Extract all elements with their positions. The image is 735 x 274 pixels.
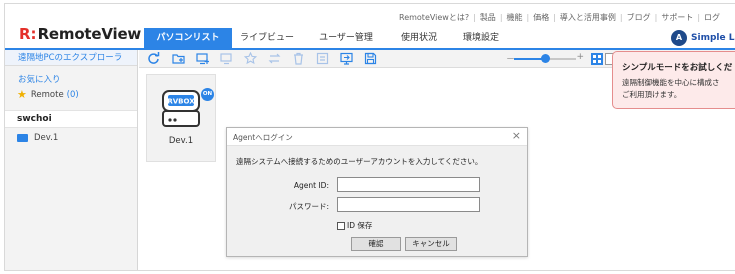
top-link-cases[interactable]: 導入と活用事例 (560, 13, 616, 22)
grid-view-icon[interactable] (591, 53, 603, 65)
favorite-item-count: (0) (66, 89, 79, 100)
password-field[interactable] (337, 197, 480, 212)
favorite-item-label: Remote (30, 89, 64, 100)
ok-button[interactable]: 確認 (351, 237, 401, 251)
avatar: A (671, 30, 687, 46)
top-link-features[interactable]: 機能 (507, 13, 523, 22)
group-swchoi[interactable]: swchoi (5, 110, 137, 128)
agent-id-label: Agent ID: (293, 181, 329, 190)
app-window: RemoteViewとは? | 製品 | 機能 | 価格 | 導入と活用事例 | ブログ | サポート |… (4, 3, 735, 271)
dialog-titlebar[interactable]: Agentへログイン × (227, 128, 527, 146)
top-link-products[interactable]: 製品 (480, 13, 496, 22)
popup-line-1: 遠隔制御機能を中心に構成さ (622, 78, 720, 87)
device-card-dev1[interactable]: RVBOX ON Dev.1 (146, 74, 216, 162)
sidebar-device-dev1[interactable]: Dev.1 (17, 133, 58, 143)
rvbox-icon: RVBOX (162, 90, 200, 127)
top-link-support[interactable]: サポート (661, 13, 693, 22)
top-link-blog[interactable]: ブログ (627, 13, 651, 22)
dialog-title: Agentへログイン (233, 133, 293, 142)
save-id-checkbox[interactable]: ID 保存 (337, 220, 372, 231)
cancel-button[interactable]: キャンセル (405, 237, 457, 251)
pc-icon (17, 134, 28, 142)
popup-body: 遠隔制御機能を中心に構成さ ご利用頂けます。 (622, 77, 720, 101)
transfer-icon (268, 52, 281, 65)
device-card-name: Dev.1 (168, 136, 194, 146)
popup-line-2: ご利用頂けます。 (622, 90, 682, 99)
rvbox-screen-text: RVBOX (167, 98, 195, 106)
sidebar: 遠隔地PCのエクスプローラ お気に入り ★ Remote (0) swchoi … (5, 50, 138, 270)
password-label: パスワード: (288, 202, 329, 211)
add-folder-icon[interactable] (172, 52, 185, 65)
top-link-pricing[interactable]: 価格 (533, 13, 549, 22)
top-links: RemoteViewとは? | 製品 | 機能 | 価格 | 導入と活用事例 | ブログ | サポート |… (399, 13, 721, 22)
remoteview-logo[interactable]: R: RemoteView (19, 25, 142, 43)
favorite-item-remote[interactable]: ★ Remote (0) (17, 88, 79, 101)
zoom-slider-handle[interactable] (540, 54, 550, 63)
save-icon[interactable] (364, 52, 377, 65)
agent-id-field[interactable] (337, 177, 480, 192)
save-id-label: ID 保存 (347, 221, 373, 230)
dialog-message: 遠隔システムへ接続するためのユーザーアカウントを入力してください。 (236, 157, 483, 166)
simple-mode-popup[interactable]: シンプルモードをお試しくだ 遠隔制御機能を中心に構成さ ご利用頂けます。 (612, 51, 735, 109)
checkbox-box[interactable] (337, 221, 345, 230)
zoom-in-button[interactable]: + (576, 52, 584, 62)
close-icon[interactable]: × (512, 129, 521, 142)
top-link-login[interactable]: ログ (704, 13, 720, 22)
sidebar-device-label: Dev.1 (34, 133, 59, 143)
zoom-slider[interactable]: － + (506, 52, 584, 65)
connect-icon[interactable] (340, 52, 353, 65)
tab-settings[interactable]: 環境設定 (448, 28, 514, 48)
logo-name: RemoteView (37, 25, 142, 43)
popup-title: シンプルモードをお試しくだ (622, 63, 733, 73)
tab-user-management[interactable]: ユーザー管理 (302, 28, 390, 48)
favorite-star-icon (244, 52, 257, 65)
add-pc-icon[interactable] (196, 52, 209, 65)
online-badge: ON (201, 88, 214, 101)
favorites-title: お気に入り (18, 75, 61, 85)
tab-pc-list[interactable]: パソコンリスト (144, 28, 232, 48)
move-pc-icon (220, 52, 233, 65)
sidebar-header[interactable]: 遠隔地PCのエクスプローラ (5, 50, 137, 66)
logo-mark: R: (19, 25, 37, 43)
star-icon: ★ (17, 88, 27, 101)
tab-live-view[interactable]: ライブビュー (232, 28, 302, 48)
main-nav: パソコンリスト ライブビュー ユーザー管理 使用状況 環境設定 (144, 28, 514, 48)
tab-usage[interactable]: 使用状況 (390, 28, 448, 48)
delete-icon (292, 52, 305, 65)
properties-icon (316, 52, 329, 65)
agent-login-dialog: Agentへログイン × 遠隔システムへ接続するためのユーザーアカウントを入力し… (226, 127, 528, 257)
user-menu[interactable]: A Simple La (671, 30, 735, 46)
top-link-about[interactable]: RemoteViewとは? (399, 13, 469, 22)
user-name: Simple La (691, 33, 735, 43)
refresh-icon[interactable] (147, 52, 160, 65)
